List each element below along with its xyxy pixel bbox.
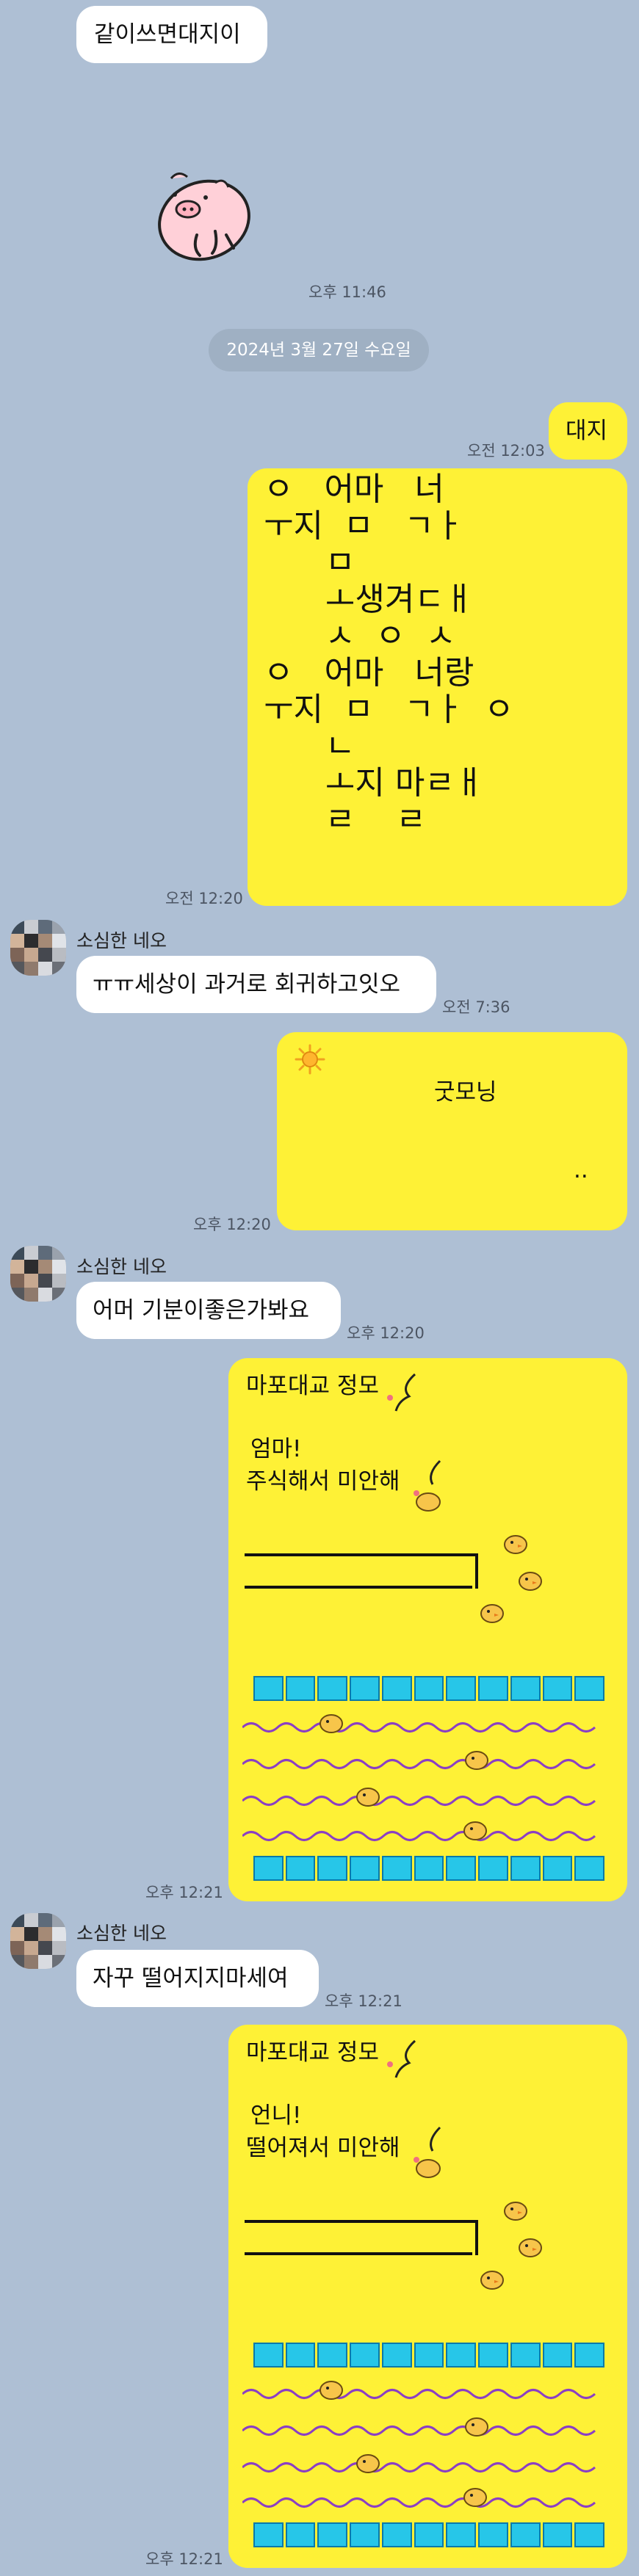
sender-name: 소심한 네오: [76, 930, 167, 951]
art-line: ㅗ생겨ㄷㅐ: [264, 581, 474, 618]
message-title: 마포대교 정모: [246, 2039, 379, 2066]
message-text: 대지: [566, 418, 608, 444]
avatar[interactable]: [10, 1246, 66, 1302]
message-line: 떨어져서 미안해: [246, 2135, 400, 2161]
message-bubble[interactable]: ㅇ 어마 너 ㅜ지 ㅁ ㄱㅏ ㅁ ㅗ생겨ㄷㅐ ㅅ ㅇ ㅅ ㅇ 어마 너랑 ㅜ지 …: [248, 468, 627, 906]
chick-icon: [519, 2238, 542, 2257]
pig-sticker-icon: [158, 173, 250, 261]
message-text: 같이쓰면대지이: [94, 21, 241, 48]
chick-icon: [480, 2271, 504, 2290]
message-line: 주식해서 미안해: [246, 1468, 400, 1495]
chick-icon: [480, 1604, 504, 1623]
sender-name: 소심한 네오: [76, 1256, 167, 1277]
drowning-chick-icon: [320, 2381, 343, 2400]
art-line: ㅜ지 ㅁ ㄱㅏ ㅇ: [264, 691, 514, 728]
message-line: 언니!: [250, 2102, 302, 2129]
water-tiles-top: [253, 1676, 605, 1701]
wave-line: [242, 1796, 596, 1806]
drowning-chick-icon: [356, 1788, 380, 1807]
message-title: 굿모닝: [434, 1079, 497, 1106]
art-line: ㅁ: [264, 544, 355, 581]
wave-line: [242, 2462, 596, 2472]
ascii-art-text: ㅇ 어마 너 ㅜ지 ㅁ ㄱㅏ ㅁ ㅗ생겨ㄷㅐ ㅅ ㅇ ㅅ ㅇ 어마 너랑 ㅜ지 …: [264, 471, 514, 838]
avatar[interactable]: [10, 1913, 66, 1969]
message-time: 오후 12:21: [145, 2550, 223, 2568]
message-time: 오후 12:20: [193, 1216, 271, 1233]
water-tiles-bottom: [253, 1856, 605, 1881]
drowning-chick-icon: [465, 2417, 488, 2437]
message-time: 오전 12:03: [467, 442, 545, 460]
wave-line: [242, 1722, 596, 1733]
message-bubble[interactable]: 자꾸 떨어지지마세여: [76, 1950, 319, 2007]
pig-sticker[interactable]: [145, 165, 263, 275]
art-line: ㄴ: [264, 728, 355, 765]
falling-chick-icon: [414, 2126, 441, 2178]
art-line: ㅜ지 ㅁ ㄱㅏ: [264, 507, 464, 545]
drowning-chick-icon: [320, 1714, 343, 1733]
art-line: ㅇ 어마 너랑: [264, 654, 474, 692]
message-time: 오전 7:36: [442, 998, 510, 1016]
message-dots: ..: [574, 1157, 588, 1183]
chick-icon: [504, 1535, 527, 1554]
avatar[interactable]: [10, 920, 66, 976]
wave-line: [242, 2426, 596, 2436]
message-bubble[interactable]: ㅠㅠ세상이 과거로 회귀하고잇오: [76, 956, 436, 1013]
message-text: 자꾸 떨어지지마세여: [93, 1965, 289, 1992]
message-bubble[interactable]: 굿모닝 ..: [277, 1032, 627, 1230]
face-doodle-icon: [387, 2039, 416, 2078]
drowning-chick-icon: [463, 1821, 487, 1840]
message-time: 오후 12:21: [145, 1884, 223, 1901]
date-divider: 2024년 3월 27일 수요일: [209, 329, 429, 371]
face-doodle-icon: [387, 1373, 416, 1412]
chick-icon: [504, 2202, 527, 2221]
wave-line: [242, 1759, 596, 1769]
message-bubble[interactable]: 어머 기분이좋은가봐요: [76, 1282, 341, 1339]
message-bubble[interactable]: 마포대교 정모 엄마! 주식해서 미안해: [228, 1358, 627, 1901]
water-tiles-top: [253, 2343, 605, 2368]
message-text: 어머 기분이좋은가봐요: [93, 1297, 310, 1324]
water-tiles-bottom: [253, 2522, 605, 2547]
art-line: ㅇ 어마 너: [264, 471, 444, 508]
falling-chick-icon: [414, 1459, 441, 1512]
message-time: 오후 11:46: [308, 283, 386, 301]
art-line: ㅅ ㅇ ㅅ: [264, 617, 456, 655]
wave-line: [242, 1831, 596, 1841]
message-time: 오전 12:20: [165, 890, 243, 907]
chick-icon: [519, 1572, 542, 1591]
drowning-chick-icon: [463, 2488, 487, 2507]
sun-emoji-icon: [295, 1044, 325, 1075]
drowning-chick-icon: [465, 1751, 488, 1770]
wave-line: [242, 2497, 596, 2508]
message-title: 마포대교 정모: [246, 1373, 379, 1399]
art-line: ㅗ지 마ㄹㅐ: [264, 764, 485, 802]
wave-line: [242, 2389, 596, 2399]
message-bubble[interactable]: 마포대교 정모 언니! 떨어져서 미안해: [228, 2025, 627, 2568]
message-time: 오후 12:21: [325, 1992, 402, 2010]
message-line: 엄마!: [250, 1436, 302, 1462]
sender-name: 소심한 네오: [76, 1923, 167, 1944]
art-line: ㄹ ㄹ: [264, 801, 426, 838]
message-bubble[interactable]: 대지: [549, 402, 627, 460]
message-time: 오후 12:20: [347, 1324, 425, 1342]
message-text: ㅠㅠ세상이 과거로 회귀하고잇오: [93, 971, 400, 998]
message-bubble[interactable]: 같이쓰면대지이: [76, 6, 267, 63]
drowning-chick-icon: [356, 2454, 380, 2473]
